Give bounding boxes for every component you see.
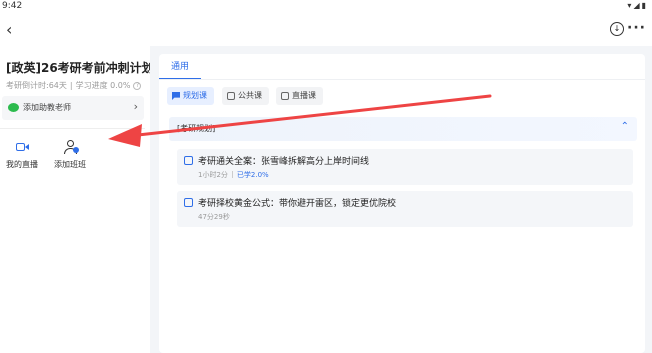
filter-live[interactable]: 直播课 <box>276 87 323 105</box>
top-bar: ‹ ↓ ··· <box>0 14 652 46</box>
tab-general[interactable]: 通用 <box>159 54 201 80</box>
lesson-title: 考研通关全案：张雪峰拆解高分上岸时间线 <box>198 157 370 167</box>
more-options-icon[interactable]: ··· <box>627 20 646 36</box>
lesson-progress: 已学2.0% <box>236 171 269 179</box>
section-header[interactable]: [考研规划] ⌃ <box>169 117 637 141</box>
divider <box>0 128 145 129</box>
course-title: [政英]26考研考前冲刺计划 <box>6 61 154 75</box>
lesson-duration: 1小时2分 <box>198 171 228 179</box>
status-bar: 9:42 ▾◢▮ <box>0 0 652 14</box>
meta-separator: | <box>69 81 73 90</box>
lesson-meta: 1小时2分 已学2.0% <box>198 170 269 180</box>
chevron-up-icon[interactable]: ⌃ <box>621 121 629 132</box>
my-live-label: 我的直播 <box>6 160 38 169</box>
lesson-duration: 47分29秒 <box>198 213 230 221</box>
filter-live-label: 直播课 <box>292 91 316 100</box>
add-class-button[interactable]: 添加班班 <box>48 139 92 170</box>
course-info-panel: [政英]26考研考前冲刺计划 考研倒计时:64天 | 学习进度 0.0%? 添加助教… <box>0 46 154 353</box>
lesson-item[interactable]: 考研通关全案：张雪峰拆解高分上岸时间线 1小时2分 已学2.0% <box>177 149 633 185</box>
live-course-icon <box>281 92 289 100</box>
back-icon[interactable]: ‹ <box>6 20 24 40</box>
exam-countdown: 考研倒计时:64天 <box>6 81 67 90</box>
lesson-icon <box>184 198 193 207</box>
course-meta: 考研倒计时:64天 | 学习进度 0.0%? <box>6 80 142 91</box>
my-live-button[interactable]: 我的直播 <box>0 139 44 170</box>
status-icons: ▾◢▮ <box>627 1 648 10</box>
filter-planning[interactable]: 规划课 <box>167 87 214 105</box>
chevron-right-icon: › <box>133 100 138 113</box>
lesson-title: 考研择校黄金公式：带你避开雷区，锁定更优院校 <box>198 199 397 209</box>
section-label: [考研规划] <box>177 124 216 133</box>
wechat-icon <box>8 103 19 112</box>
add-assistant-row[interactable]: 添加助教老师 › <box>2 96 144 120</box>
filter-public-label: 公共课 <box>238 91 262 100</box>
lesson-item[interactable]: 考研择校黄金公式：带你避开雷区，锁定更优院校 47分29秒 <box>177 191 633 227</box>
lesson-icon <box>184 156 193 165</box>
status-time: 9:42 <box>2 1 23 11</box>
tab-underline <box>159 79 645 80</box>
help-icon[interactable]: ? <box>133 81 142 90</box>
filter-public[interactable]: 公共课 <box>222 87 269 105</box>
public-course-icon <box>227 92 235 100</box>
video-camera-icon <box>14 139 30 155</box>
add-assistant-label: 添加助教老师 <box>23 103 71 112</box>
planning-icon <box>172 92 180 100</box>
download-icon[interactable]: ↓ <box>610 22 624 36</box>
filter-planning-label: 规划课 <box>183 91 207 100</box>
add-class-label: 添加班班 <box>54 160 86 169</box>
add-person-icon <box>62 139 79 155</box>
lesson-meta: 47分29秒 <box>198 212 230 222</box>
study-progress: 学习进度 0.0% <box>75 81 131 90</box>
course-content-card: 通用 规划课 公共课 直播课 [考研规划] ⌃ 考研通关全案：张雪峰拆解高分上岸… <box>159 54 645 353</box>
